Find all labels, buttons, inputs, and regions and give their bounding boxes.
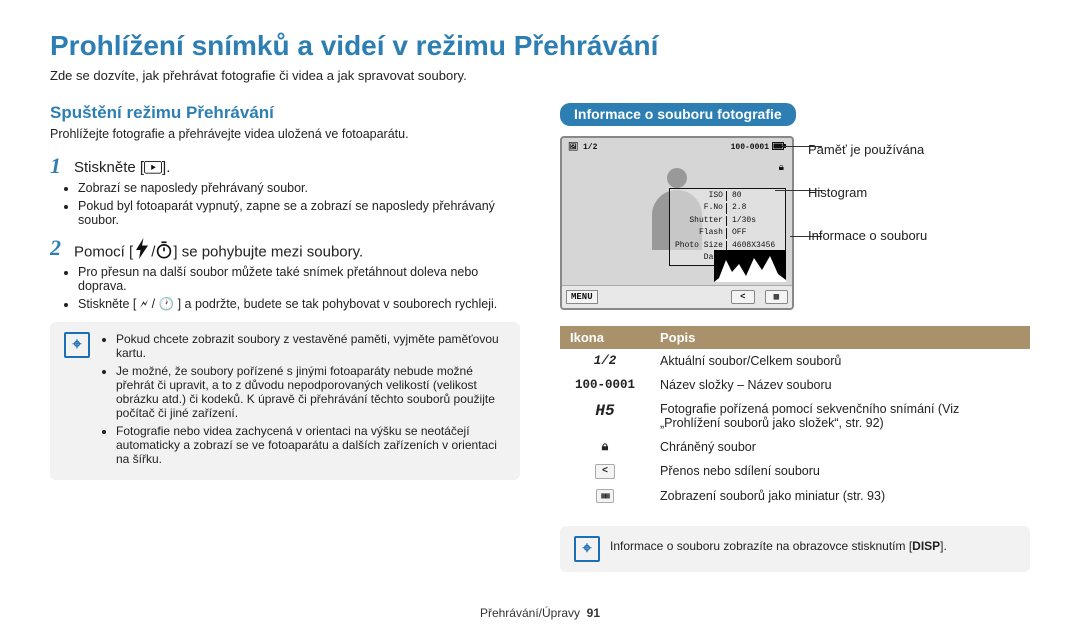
row-desc: Přenos nebo sdílení souboru <box>650 459 1030 484</box>
landscape-icon: 🖼 <box>568 143 578 152</box>
row-icon: 1/2 <box>560 349 650 373</box>
step2-bullets: Pro přesun na další soubor můžete také s… <box>78 265 520 312</box>
thumbs-icon: ▦▦ <box>560 484 650 508</box>
share-btn-icon: < <box>731 290 754 304</box>
left-column: Spuštění režimu Přehrávání Prohlížejte f… <box>50 103 520 572</box>
menu-button: MENU <box>566 290 598 304</box>
row-icon: 100-0001 <box>560 373 650 397</box>
camera-lcd: 🖼 1/2 100-0001 🔒︎ ISO80 F.No2.8 Shutter1… <box>560 136 794 310</box>
row-desc: Aktuální soubor/Celkem souborů <box>650 349 1030 373</box>
histogram <box>714 250 786 282</box>
note-icon: ⌖ <box>64 332 90 358</box>
step1-bullets: Zobrazí se naposledy přehrávaný soubor. … <box>78 181 520 227</box>
step-number: 1 <box>50 155 66 177</box>
row-icon: H5 <box>560 397 650 435</box>
disp-label: DISP <box>912 539 940 553</box>
row-desc: Zobrazení souborů jako miniatur (str. 93… <box>650 484 1030 508</box>
counter: 1/2 <box>583 143 597 152</box>
step-2: 2 Pomocí [/] se pohybujte mezi soubory. <box>50 237 520 261</box>
note-item: Je možné, že soubory pořízené s jinými f… <box>116 364 506 420</box>
share-icon: < <box>560 459 650 484</box>
section-heading: Spuštění režimu Přehrávání <box>50 103 520 123</box>
lock-icon: 🔒︎ <box>560 435 650 459</box>
step-text: Stiskněte []. <box>74 155 170 176</box>
thumbs-btn-icon: ▦ <box>765 290 788 304</box>
row-desc: Fotografie pořízená pomocí sekvenčního s… <box>650 397 1030 435</box>
footer: Přehrávání/Úpravy 91 <box>0 606 1080 620</box>
note-icon: ⌖ <box>574 536 600 562</box>
callout-info: Informace o souboru <box>808 228 927 243</box>
folder-num: 100-0001 <box>731 143 769 152</box>
th-icon: Ikona <box>560 326 650 349</box>
note-item: Fotografie nebo videa zachycená v orient… <box>116 424 506 466</box>
lock-icon: 🔒︎ <box>779 162 784 174</box>
callouts: Paměť je používána Histogram Informace o… <box>808 136 927 243</box>
step-text: Pomocí [/] se pohybujte mezi soubory. <box>74 237 363 261</box>
step-number: 2 <box>50 237 66 259</box>
icon-table: Ikona Popis 1/2Aktuální soubor/Celkem so… <box>560 326 1030 508</box>
timer-icon <box>155 243 173 257</box>
section-sub: Prohlížejte fotografie a přehrávejte vid… <box>50 127 520 141</box>
note-item: Pokud chcete zobrazit soubory z vestavěn… <box>116 332 506 360</box>
page-subtitle: Zde se dozvíte, jak přehrávat fotografie… <box>50 68 1030 83</box>
right-column: Informace o souboru fotografie 🖼 1/2 100… <box>560 103 1030 572</box>
page-title: Prohlížení snímků a videí v režimu Přehr… <box>50 30 1030 62</box>
flash-icon <box>133 241 151 255</box>
row-desc: Chráněný soubor <box>650 435 1030 459</box>
note-box: ⌖ Pokud chcete zobrazit soubory z vestav… <box>50 322 520 480</box>
info-heading: Informace o souboru fotografie <box>560 103 796 126</box>
row-desc: Název složky – Název souboru <box>650 373 1030 397</box>
battery-icon <box>772 142 786 153</box>
step-1: 1 Stiskněte []. <box>50 155 520 177</box>
callout-memory: Paměť je používána <box>808 142 927 157</box>
th-desc: Popis <box>650 326 1030 349</box>
note-box-2: ⌖ Informace o souboru zobrazíte na obraz… <box>560 526 1030 572</box>
callout-histogram: Histogram <box>808 185 927 200</box>
play-button-icon <box>144 161 162 175</box>
